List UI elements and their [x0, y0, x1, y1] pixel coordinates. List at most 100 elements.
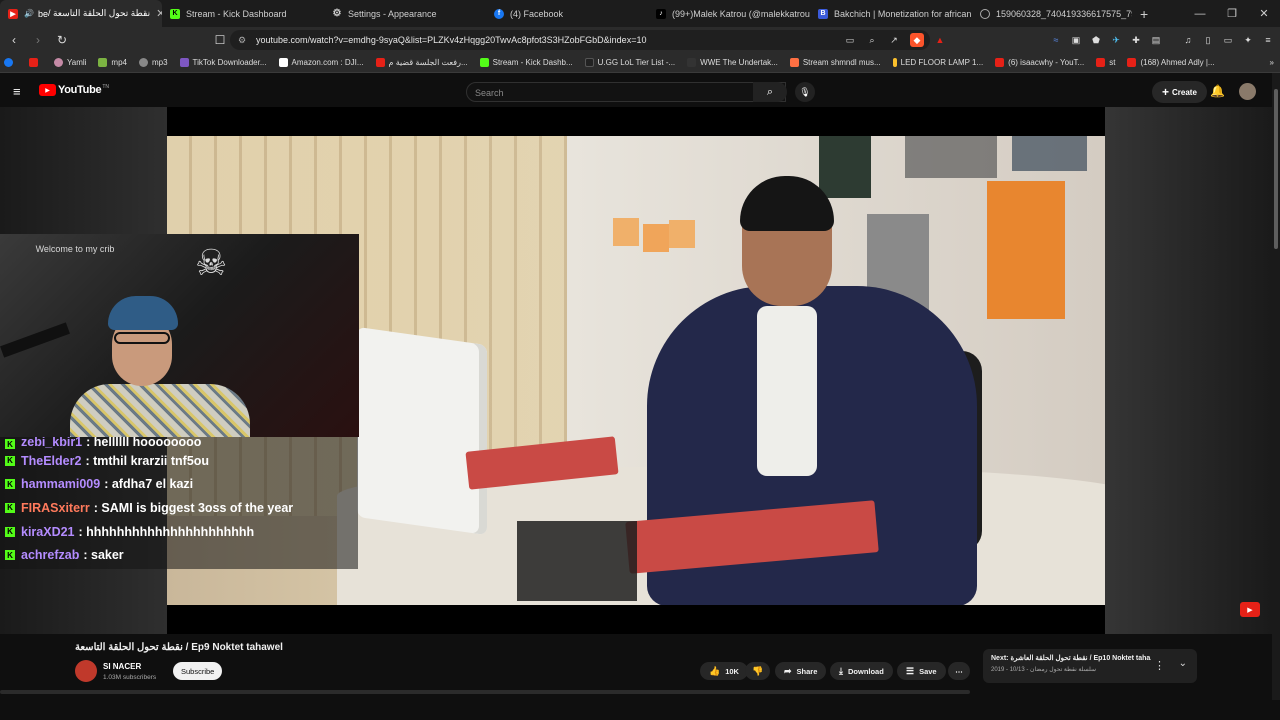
youtube-watermark-icon[interactable]: ▶ [1240, 602, 1260, 617]
voice-search-button[interactable]: 🎙 [795, 82, 815, 102]
bookmark-isaacwhy[interactable]: (6) isaacwhy - YouT... [995, 58, 1084, 67]
cat-poster [987, 181, 1065, 319]
search-button[interactable]: ⌕ [753, 82, 787, 102]
chat-overlay: K zebi_kbir1 : hellllll hoooooooo K TheE… [0, 437, 358, 569]
like-button[interactable]: 👍 10K [700, 662, 748, 680]
youtube-logo[interactable]: ▶ YouTube TN [39, 84, 109, 96]
bookmark-facebook[interactable] [4, 58, 17, 67]
restore-icon[interactable]: ❐ [1216, 0, 1248, 27]
extensions-icon[interactable]: ✚ [1129, 33, 1143, 47]
create-button[interactable]: + Create [1152, 81, 1207, 103]
site-info-icon[interactable]: ⚙ [238, 35, 246, 46]
tab-youtube[interactable]: ▶ 🔊 be نقطة تحول الحلقة التاسعة / ✕ [0, 0, 162, 27]
bookmark-ugg[interactable]: U.GG LoL Tier List -... [584, 58, 675, 67]
back-icon[interactable]: ‹ [4, 30, 24, 50]
bookmark-label: رفعت الجلسة قضية م... [388, 58, 468, 67]
brave-rewards-icon[interactable]: ▲ [933, 33, 947, 47]
tab-image[interactable]: 159060328_740419336617575_7964 [972, 0, 1132, 27]
bookmark-label: (168) Ahmed Adly |... [1140, 58, 1215, 67]
chat-message: K FIRASxiterr : SAMI is biggest 3oss of … [5, 496, 358, 520]
bookmark-led-lamp[interactable]: LED FLOOR LAMP 1... [892, 58, 983, 67]
vertical-scrollbar[interactable] [1272, 73, 1280, 700]
subscribe-button[interactable]: Subscribe [173, 662, 223, 680]
minimize-icon[interactable]: — [1184, 0, 1216, 27]
horizontal-scrollbar[interactable] [0, 690, 970, 694]
forward-icon[interactable]: › [28, 30, 48, 50]
bookmark-amazon[interactable]: Amazon.com : DJI... [278, 58, 364, 67]
streamer-shirt [70, 384, 250, 437]
bookmark-wwe[interactable]: WWE The Undertak... [687, 58, 778, 67]
sidebar-icon[interactable]: ▯ [1201, 33, 1215, 47]
next-video-card[interactable]: Next: نقطة تحول الحلقة العاشرة / Ep10 No… [983, 649, 1197, 683]
zoom-icon[interactable]: ⌕ [865, 33, 879, 47]
youtube-logo-text: YouTube [58, 84, 102, 96]
more-bookmarks-icon[interactable]: » [1270, 58, 1274, 67]
tab-bakchich[interactable]: B Bakchich | Monetization for african c [810, 0, 972, 27]
channel-name[interactable]: SI NACER [103, 662, 141, 671]
share-page-icon[interactable]: ↗ [887, 33, 901, 47]
gear-icon: ⚙ [332, 8, 342, 19]
like-count: 10K [725, 666, 739, 676]
brave-shield-icon[interactable]: ◆ [910, 33, 924, 47]
bookmark-tiktok-downloader[interactable]: TikTok Downloader... [179, 58, 267, 67]
dislike-button[interactable]: 👎 [745, 662, 771, 680]
youtube-favicon-icon: ▶ [8, 8, 18, 19]
address-bar-row: ‹ › ↻ ☐ ⚙ youtube.com/watch?v=emdhg-9sya… [0, 27, 1280, 53]
download-button[interactable]: ⤓ Download [830, 662, 893, 680]
reload-icon[interactable]: ↻ [52, 30, 72, 50]
bookmark-mp3[interactable]: mp3 [138, 58, 168, 67]
hamburger-menu-icon[interactable]: ≡ [13, 84, 21, 99]
kebab-menu-icon[interactable]: ⋮ [1154, 659, 1165, 672]
video-info: نقطة تحول الحلقة التاسعة / Ep9 Noktet ta… [0, 634, 1272, 720]
bookmark-icon[interactable]: ☐ [210, 30, 230, 50]
bookmark-youtube[interactable] [29, 58, 42, 67]
extension-4-icon[interactable]: ✈ [1109, 33, 1123, 47]
tab-tiktok[interactable]: ♪ (99+)Malek Katrou (@malekkatrou) [648, 0, 810, 27]
thumbs-down-icon: 👎 [752, 665, 764, 676]
cast-icon[interactable]: ▭ [843, 33, 857, 47]
chevron-down-icon[interactable]: ⌄ [1179, 658, 1187, 669]
share-button[interactable]: ➦ Share [775, 662, 827, 680]
lamp-icon [892, 58, 897, 67]
tab-label: Settings - Appearance [348, 8, 437, 19]
bookmark-label: Stream shmndl mus... [802, 58, 881, 67]
tab-facebook[interactable]: f (4) Facebook [486, 0, 648, 27]
chat-text: : hhhhhhhhhhhhhhhhhhhhhh [78, 524, 255, 539]
bookmark-mp4[interactable]: mp4 [98, 58, 127, 67]
chat-message: K hammami009 : afdha7 el kazi [5, 473, 358, 497]
close-window-icon[interactable]: ✕ [1248, 0, 1280, 27]
subscribe-label: Subscribe [181, 666, 215, 676]
avatar[interactable] [1239, 83, 1256, 100]
search-input[interactable]: Search [466, 82, 786, 102]
extension-3-icon[interactable]: ⬟ [1089, 33, 1103, 47]
save-button[interactable]: ☰ Save [897, 662, 946, 680]
extension-1-icon[interactable]: ≈ [1049, 33, 1063, 47]
tab-settings-appearance[interactable]: ⚙ Settings - Appearance [324, 0, 486, 27]
url-field[interactable]: ⚙ youtube.com/watch?v=emdhg-9syaQ&list=P… [230, 30, 930, 50]
actor-shirt [757, 306, 817, 476]
bookmark-arabic-video[interactable]: رفعت الجلسة قضية م... [375, 58, 468, 67]
notifications-bell-icon[interactable]: 🔔 [1210, 84, 1225, 98]
tab-label: (4) Facebook [510, 8, 564, 19]
bookmark-ahmed-adly[interactable]: (168) Ahmed Adly |... [1127, 58, 1215, 67]
bookmark-stream[interactable]: Stream shmndl mus... [789, 58, 881, 67]
chat-username: hammami009 [21, 477, 101, 492]
menu-icon[interactable]: ≡ [1261, 33, 1275, 47]
extension-5-icon[interactable]: ▤ [1149, 33, 1163, 47]
leo-icon[interactable]: ✦ [1241, 33, 1255, 47]
bookmark-yamli[interactable]: Yamli [54, 58, 86, 67]
scrollbar-thumb[interactable] [1274, 89, 1278, 249]
bookmark-kick[interactable]: Stream - Kick Dashb... [479, 58, 573, 67]
bookmark-st[interactable]: st [1096, 58, 1115, 67]
amazon-icon [278, 58, 288, 67]
tab-kick-dashboard[interactable]: K Stream - Kick Dashboard [162, 0, 324, 27]
ambient-glow-right [1105, 107, 1272, 637]
youtube-play-icon: ▶ [39, 84, 56, 96]
channel-avatar[interactable] [75, 660, 97, 682]
extension-2-icon[interactable]: ▣ [1069, 33, 1083, 47]
media-icon[interactable]: ♫ [1181, 33, 1195, 47]
wallet-icon[interactable]: ▭ [1221, 33, 1235, 47]
more-actions-button[interactable]: ⋯ [948, 662, 970, 680]
bookmark-label: mp4 [111, 58, 127, 67]
new-tab-button[interactable]: + [1132, 0, 1162, 27]
